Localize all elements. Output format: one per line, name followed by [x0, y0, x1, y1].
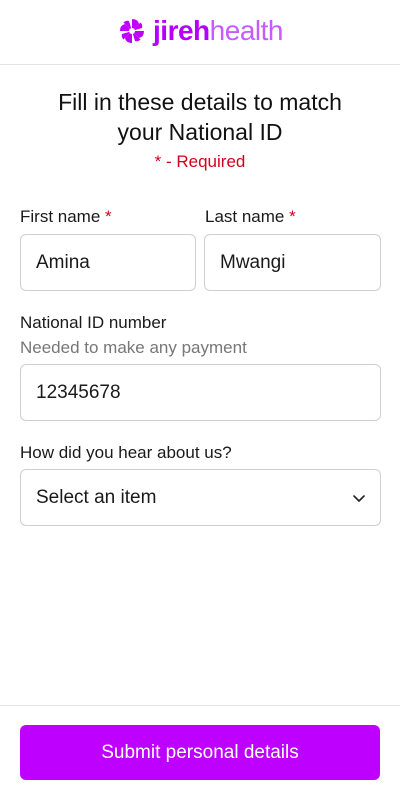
submit-button-label: Submit personal details [101, 741, 299, 763]
brand-name: jirehhealth [153, 17, 283, 45]
last-name-value: Mwangi [220, 251, 286, 273]
referral-select[interactable]: Select an item [20, 469, 381, 526]
national-id-label: National ID number [20, 313, 167, 332]
first-name-label: First name * [20, 207, 112, 227]
last-name-input[interactable]: Mwangi [204, 234, 381, 291]
referral-selected-value: Select an item [36, 486, 157, 508]
first-name-input[interactable]: Amina [20, 234, 196, 291]
required-star: * [289, 207, 296, 226]
brand-name-light: health [209, 15, 284, 46]
brand-logo: jirehhealth [117, 16, 283, 46]
first-name-value: Amina [36, 251, 90, 273]
form-title: Fill in these details to match your Nati… [58, 89, 342, 145]
required-star: * [105, 207, 112, 226]
pinwheel-logo-icon [120, 19, 145, 43]
submit-button[interactable]: Submit personal details [20, 725, 380, 780]
first-name-label-text: First name [20, 207, 101, 226]
last-name-label: Last name * [205, 207, 296, 227]
chevron-down-icon [353, 494, 365, 502]
app-screen: jirehhealth Fill in these details to mat… [0, 0, 400, 800]
brand-name-bold: jireh [153, 15, 210, 46]
last-name-label-text: Last name [205, 207, 285, 226]
national-id-value: 12345678 [36, 381, 121, 403]
required-note: * - Required [154, 152, 246, 171]
national-id-helper: Needed to make any payment [20, 338, 247, 357]
referral-label: How did you hear about us? [20, 443, 232, 462]
header: jirehhealth [0, 0, 400, 65]
national-id-input[interactable]: 12345678 [20, 364, 381, 421]
footer: Submit personal details [0, 705, 400, 800]
